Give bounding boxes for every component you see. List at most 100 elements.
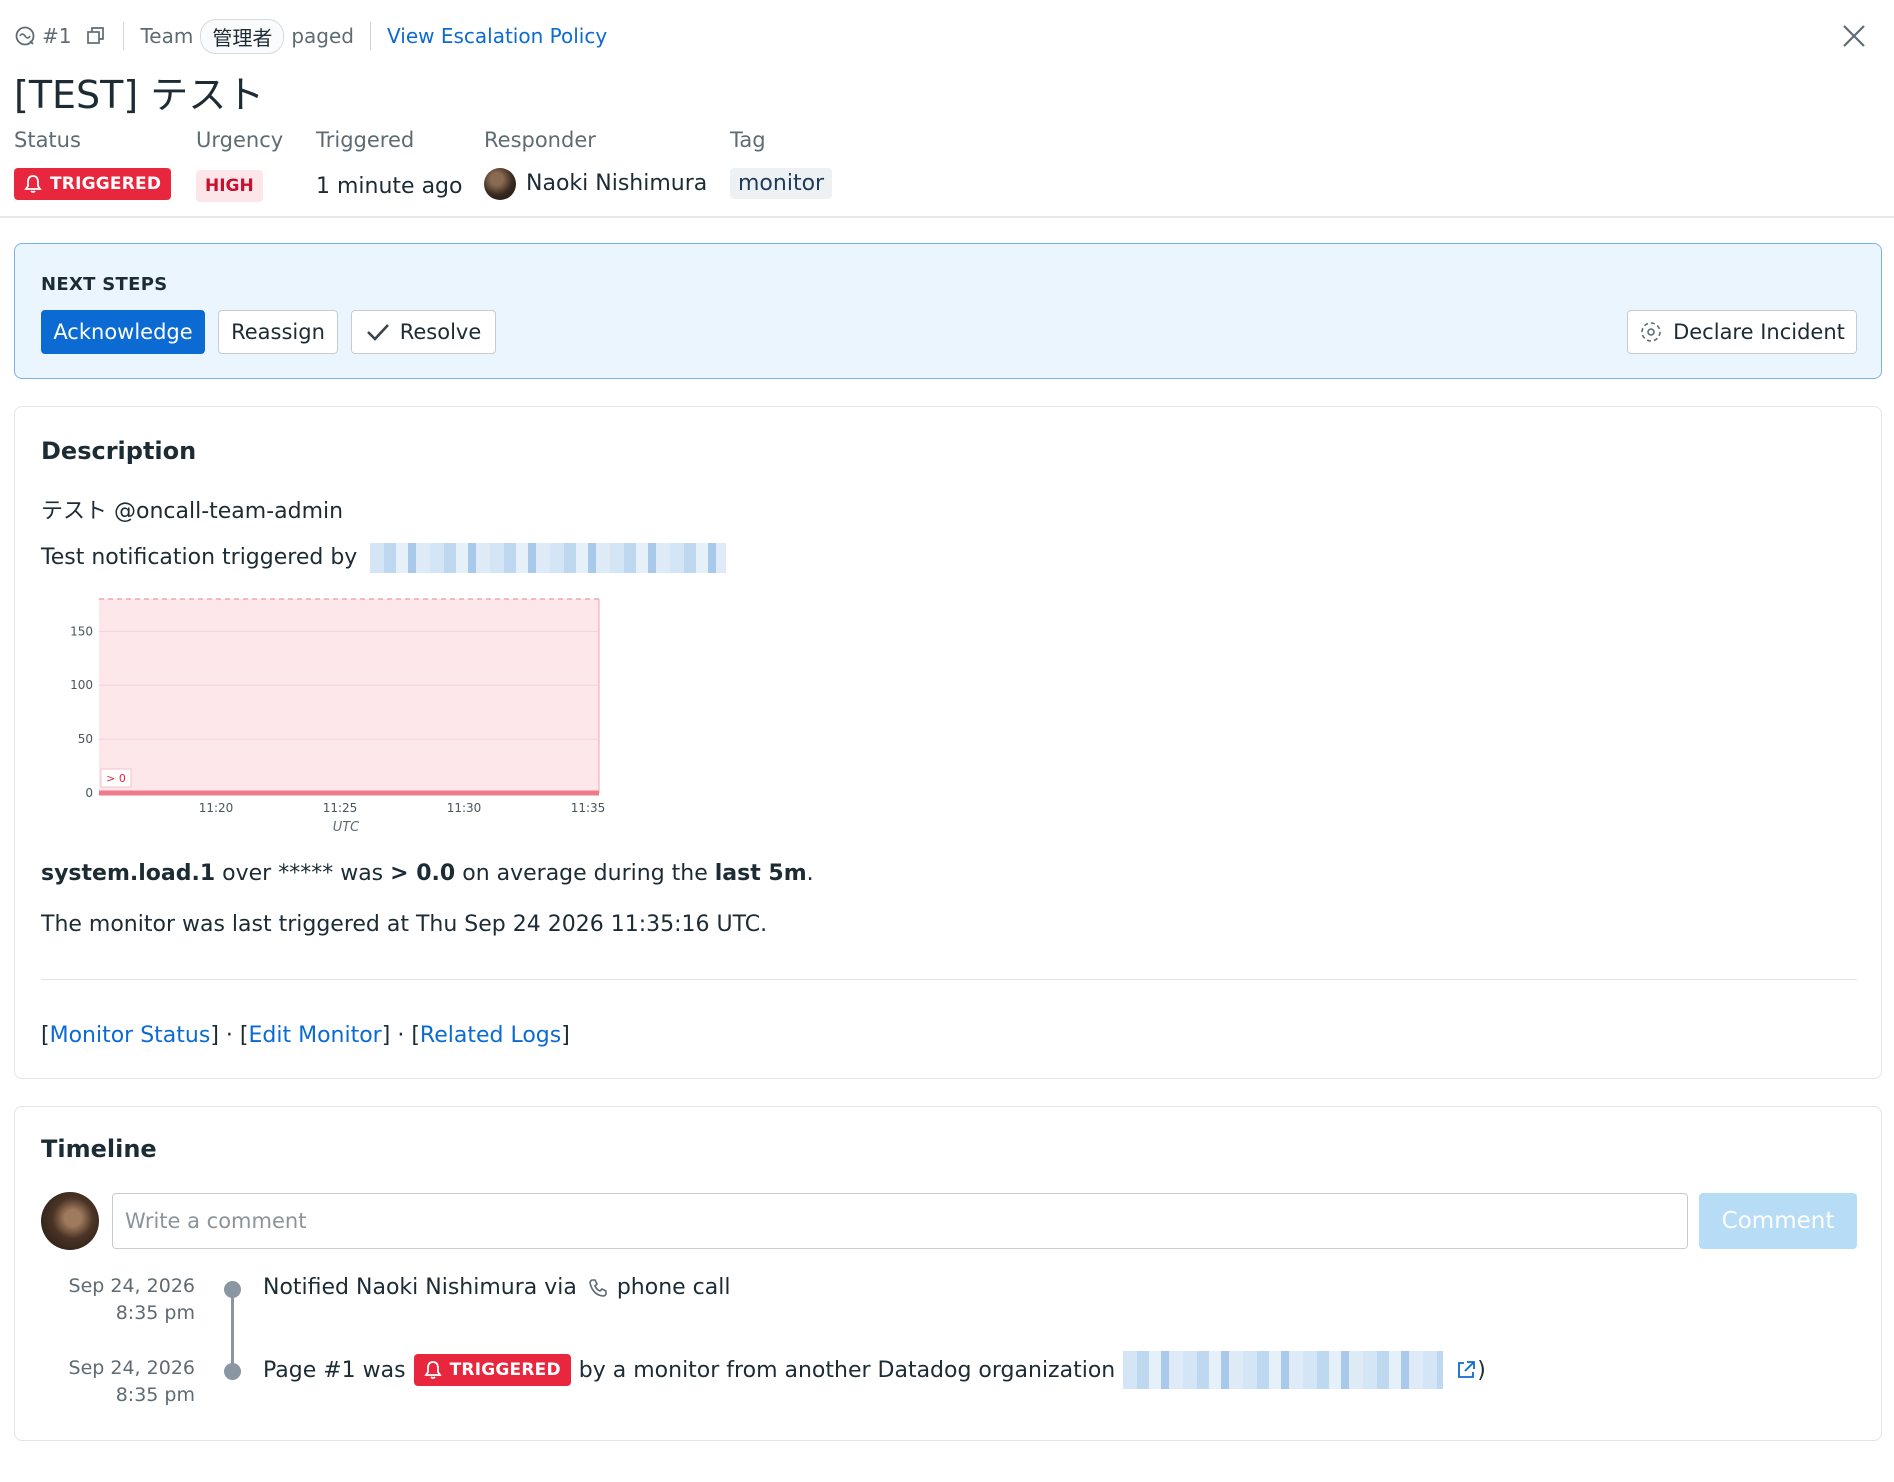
event-close-paren: ) xyxy=(1477,1357,1486,1383)
triggered-column: Triggered 1 minute ago xyxy=(316,128,462,199)
incident-icon xyxy=(1641,322,1661,342)
bell-icon xyxy=(24,175,42,193)
urgency-column: Urgency HIGH xyxy=(196,128,284,202)
status-label: Status xyxy=(14,128,81,152)
link-separator: · xyxy=(218,1023,240,1048)
status-value: TRIGGERED xyxy=(50,174,162,194)
comment-input[interactable] xyxy=(112,1193,1688,1249)
monitor-status-link[interactable]: Monitor Status xyxy=(50,1023,211,1048)
x-axis-label: UTC xyxy=(333,820,360,835)
avatar xyxy=(41,1192,99,1250)
x-tick-label: 11:35 xyxy=(571,801,606,815)
event-time: 8:35 pm xyxy=(115,1302,195,1324)
timeline-event-1-date: Sep 24, 2026 8:35 pm xyxy=(15,1273,195,1327)
x-tick-label: 11:20 xyxy=(199,801,234,815)
check-icon xyxy=(366,324,389,341)
page-number: #1 xyxy=(42,24,72,48)
urgency-badge[interactable]: HIGH xyxy=(196,170,263,202)
page-header-bar: #1 Team 管理者 paged View Escalation Policy xyxy=(14,18,607,54)
page-meta: Status TRIGGERED Urgency HIGH Triggered … xyxy=(0,128,1894,218)
tag-column: Tag monitor xyxy=(730,128,833,199)
event-channel: phone call xyxy=(616,1275,731,1300)
masked-scope: ***** xyxy=(278,861,334,886)
timeline-title: Timeline xyxy=(41,1135,157,1163)
y-tick-label: 50 xyxy=(78,732,93,746)
threshold-value: > 0.0 xyxy=(390,861,456,886)
event-date: Sep 24, 2026 xyxy=(68,1275,195,1297)
responder[interactable]: Naoki Nishimura xyxy=(484,168,707,200)
comment-button[interactable]: Comment xyxy=(1699,1193,1857,1249)
y-tick-label: 150 xyxy=(70,624,93,638)
responder-label: Responder xyxy=(484,128,596,152)
next-steps-panel: NEXT STEPS Acknowledge Reassign Resolve … xyxy=(14,243,1882,379)
event-suffix: by a monitor from another Datadog organi… xyxy=(578,1357,1116,1383)
last-triggered-text: The monitor was last triggered at Thu Se… xyxy=(41,912,768,937)
tag-label: Tag xyxy=(730,128,766,152)
triggered-value: 1 minute ago xyxy=(316,174,463,199)
event-prefix: Page #1 was xyxy=(263,1357,406,1383)
declare-incident-label: Declare Incident xyxy=(1673,320,1845,344)
event-time: 8:35 pm xyxy=(115,1384,195,1406)
team-label: Team xyxy=(140,24,194,48)
status-badge: TRIGGERED xyxy=(413,1354,571,1386)
responder-name: Naoki Nishimura xyxy=(526,171,708,196)
urgency-label: Urgency xyxy=(196,128,284,152)
timeline-event-1-text: Notified Naoki Nishimura via phone call xyxy=(263,1275,731,1300)
status-column: Status TRIGGERED xyxy=(14,128,172,200)
status-badge[interactable]: TRIGGERED xyxy=(14,168,172,200)
avatar xyxy=(484,168,516,200)
next-steps-label: NEXT STEPS xyxy=(41,274,168,295)
link-separator: · xyxy=(390,1023,412,1048)
monitor-summary: system.load.1 over ***** was > 0.0 on av… xyxy=(41,861,814,886)
timeline-event-2-text: Page #1 was TRIGGERED by a monitor from … xyxy=(263,1351,1486,1389)
acknowledge-button[interactable]: Acknowledge xyxy=(41,310,205,354)
close-icon xyxy=(1843,25,1865,47)
description-card: Description テスト @oncall-team-admin Test … xyxy=(14,406,1882,1079)
copy-icon[interactable] xyxy=(85,25,107,47)
was-text: was xyxy=(333,861,391,886)
threshold-label: > 0 xyxy=(106,772,126,785)
responder-column: Responder Naoki Nishimura xyxy=(484,128,707,200)
declare-incident-button[interactable]: Declare Incident xyxy=(1627,310,1857,354)
header-separator-2 xyxy=(370,22,372,50)
bracket: [ xyxy=(41,1023,50,1048)
description-title: Description xyxy=(41,437,197,465)
header-divider xyxy=(0,216,1894,218)
page-title: [TEST] テスト xyxy=(14,73,265,117)
redacted-block xyxy=(370,543,727,573)
description-line-2: Test notification triggered by xyxy=(41,543,727,573)
header-separator xyxy=(123,22,125,50)
metric-name: system.load.1 xyxy=(41,861,216,886)
timeline-event-2-date: Sep 24, 2026 8:35 pm xyxy=(15,1355,195,1409)
tag-chip[interactable]: monitor xyxy=(730,168,833,199)
description-line-1: テスト @oncall-team-admin xyxy=(41,499,344,524)
bracket: [ xyxy=(411,1023,420,1048)
redacted-block xyxy=(1123,1351,1444,1389)
close-button[interactable] xyxy=(1836,18,1872,54)
timeline-dot xyxy=(224,1281,241,1298)
x-tick-label: 11:30 xyxy=(447,801,482,815)
reassign-button[interactable]: Reassign xyxy=(218,310,338,354)
event-badge: TRIGGERED xyxy=(449,1360,561,1380)
edit-monitor-link[interactable]: Edit Monitor xyxy=(249,1023,382,1048)
window-value: last 5m xyxy=(714,861,807,886)
threshold-area xyxy=(99,599,599,793)
event-date: Sep 24, 2026 xyxy=(68,1357,195,1379)
related-logs-link[interactable]: Related Logs xyxy=(420,1023,561,1048)
y-tick-label: 100 xyxy=(70,678,93,692)
description-divider xyxy=(41,979,1857,980)
y-tick-label: 0 xyxy=(85,786,93,800)
timeline-dot xyxy=(224,1363,241,1380)
timeline-card: Timeline Comment Sep 24, 2026 8:35 pm No… xyxy=(14,1106,1882,1441)
paged-label: paged xyxy=(291,24,355,48)
view-escalation-policy-link[interactable]: View Escalation Policy xyxy=(387,24,607,48)
phone-icon xyxy=(589,1278,607,1297)
bracket: ] xyxy=(210,1023,219,1048)
on-average-text: on average during the xyxy=(455,861,715,886)
pager-icon xyxy=(15,26,35,46)
resolve-button[interactable]: Resolve xyxy=(351,310,496,354)
team-chip[interactable]: 管理者 xyxy=(200,18,285,54)
monitor-chart: 0 50 100 150 > 0 11:20 11:25 11:30 11:35 UTC xyxy=(70,598,606,835)
resolve-label: Resolve xyxy=(399,320,482,344)
external-link-icon[interactable] xyxy=(1455,1359,1477,1381)
